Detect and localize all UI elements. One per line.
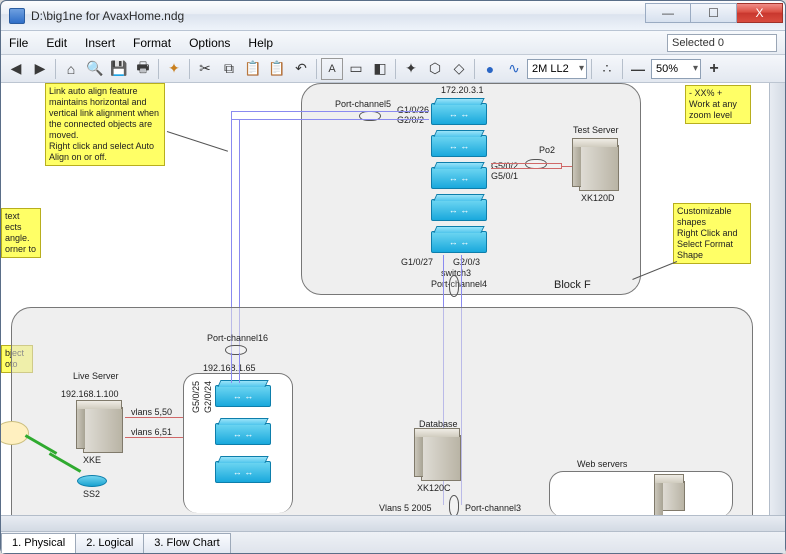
router-ss2[interactable] (77, 475, 107, 487)
link-po2-top (491, 163, 561, 164)
zoom-out-button[interactable]: — (627, 58, 649, 80)
script-button[interactable]: ✦ (163, 58, 185, 80)
minimize-button[interactable]: — (645, 3, 691, 23)
save-button[interactable]: 💾 (108, 58, 130, 80)
dots-button[interactable]: ∴ (596, 58, 618, 80)
pc5-h1 (231, 111, 429, 112)
lbl-pc4: Port-channel4 (431, 279, 487, 289)
server-web1[interactable] (661, 481, 685, 511)
tab-flowchart[interactable]: 3. Flow Chart (143, 533, 230, 553)
group-webservers[interactable] (549, 471, 733, 515)
print-button[interactable]: 🖶 (132, 58, 154, 80)
menu-help[interactable]: Help (248, 36, 273, 50)
arrow-autoalign (167, 131, 228, 152)
snap2-button[interactable]: ⬡ (424, 58, 446, 80)
undo-button[interactable]: ↶ (290, 58, 312, 80)
lbl-g5025: G5/0/25 (191, 381, 201, 413)
nav-forward-button[interactable]: ▶ (29, 58, 51, 80)
lbl-g203: G2/0/3 (453, 257, 480, 267)
note-textobj[interactable]: text ects angle. orner to (1, 208, 41, 258)
zoom-in-button[interactable]: + (703, 58, 725, 80)
switch-bf-1[interactable]: ↔ ↔ (431, 103, 487, 125)
menu-options[interactable]: Options (189, 36, 230, 50)
lens-pc4 (449, 275, 459, 297)
pc16-v1 (231, 353, 232, 383)
paste2-button[interactable]: 📋 (266, 58, 288, 80)
lbl-ss2: SS2 (83, 489, 100, 499)
find-button[interactable]: 🔍 (84, 58, 106, 80)
lbl-po2: Po2 (539, 145, 555, 155)
lbl-vlanx: Vlans 5 2005 (379, 503, 432, 513)
globe-button[interactable]: ● (479, 58, 501, 80)
layer-combo[interactable]: 2M LL2▾ (527, 59, 587, 79)
rect-tool-button[interactable]: ▭ (345, 58, 367, 80)
lbl-g202: G2/0/2 (397, 115, 424, 125)
text-format-button[interactable]: A (321, 58, 343, 80)
lbl-pc5: Port-channel5 (335, 99, 391, 109)
switch-bf-3[interactable]: ↔ ↔ (431, 167, 487, 189)
lbl-xke: XKE (83, 455, 101, 465)
redlink1 (125, 417, 183, 418)
switch65-2[interactable]: ↔ ↔ (215, 423, 271, 445)
server-xke[interactable] (83, 407, 123, 453)
block-f-label: Block F (554, 279, 591, 291)
zoom-combo[interactable]: 50%▾ (651, 59, 701, 79)
switch-bf-2[interactable]: ↔ ↔ (431, 135, 487, 157)
switch65-3[interactable]: ↔ ↔ (215, 461, 271, 483)
tab-logical[interactable]: 2. Logical (75, 533, 144, 553)
cut-button[interactable]: ✂ (194, 58, 216, 80)
lbl-v550: vlans 5,50 (131, 407, 172, 417)
menu-file[interactable]: File (9, 36, 28, 50)
pc16-v2 (239, 353, 240, 383)
color-shape-button[interactable]: ◧ (369, 58, 391, 80)
menu-edit[interactable]: Edit (46, 36, 67, 50)
pc5-h2 (231, 119, 429, 120)
lbl-ls: Live Server (73, 371, 119, 381)
server-xk120d[interactable] (579, 145, 619, 191)
lbl-ip100: 192.168.1.100 (61, 389, 119, 399)
lbl-pc3: Port-channel3 (465, 503, 521, 513)
selection-status: Selected 0 (667, 34, 777, 52)
nav-back-button[interactable]: ◀ (5, 58, 27, 80)
vertical-scrollbar[interactable] (769, 83, 785, 515)
lbl-g1027: G1/0/27 (401, 257, 433, 267)
snap3-button[interactable]: ◇ (448, 58, 470, 80)
menu-insert[interactable]: Insert (85, 36, 115, 50)
note-shapes[interactable]: Customizable shapes Right Click and Sele… (673, 203, 751, 264)
lbl-xk120c: XK120C (417, 483, 451, 493)
lbl-ts: Test Server (573, 125, 619, 135)
block-f-ip: 172.20.3.1 (441, 85, 484, 95)
menu-format[interactable]: Format (133, 36, 171, 50)
lbl-pc16: Port-channel16 (207, 333, 268, 343)
server-xk120c[interactable] (421, 435, 461, 481)
lbl-ws: Web servers (577, 459, 627, 469)
paste-button[interactable]: 📋 (242, 58, 264, 80)
note-zoom[interactable]: - XX% + Work at any zoom level (685, 85, 751, 124)
lbl-g501: G5/0/1 (491, 171, 518, 181)
horizontal-scrollbar[interactable] (1, 515, 785, 531)
home-button[interactable]: ⌂ (60, 58, 82, 80)
lbl-g2024: G2/0/24 (203, 381, 213, 413)
lbl-g1026: G1/0/26 (397, 105, 429, 115)
switch-bf-5[interactable]: ↔ ↔ (431, 231, 487, 253)
diagram-canvas[interactable]: Link auto align feature maintains horizo… (1, 83, 769, 515)
window-title: D:\big1ne for AvaxHome.ndg (31, 9, 645, 23)
link-po2-bot (491, 168, 561, 169)
tab-physical[interactable]: 1. Physical (1, 533, 76, 553)
copy-button[interactable]: ⧉ (218, 58, 240, 80)
switch-bf-4[interactable]: ↔ ↔ (431, 199, 487, 221)
lbl-ip65: 192.168.1.65 (203, 363, 256, 373)
path-button[interactable]: ∿ (503, 58, 525, 80)
switch65-1[interactable]: ↔ ↔ (215, 385, 271, 407)
lens-pc16 (225, 345, 247, 355)
app-icon (9, 8, 25, 24)
close-button[interactable]: X (737, 3, 783, 23)
redlink2 (125, 437, 183, 438)
maximize-button[interactable]: ☐ (691, 3, 737, 23)
lbl-xk120d: XK120D (581, 193, 615, 203)
lbl-v651: vlans 6,51 (131, 427, 172, 437)
note-autoalign[interactable]: Link auto align feature maintains horizo… (45, 83, 165, 166)
snap1-button[interactable]: ✦ (400, 58, 422, 80)
lens-pc3 (449, 495, 459, 515)
